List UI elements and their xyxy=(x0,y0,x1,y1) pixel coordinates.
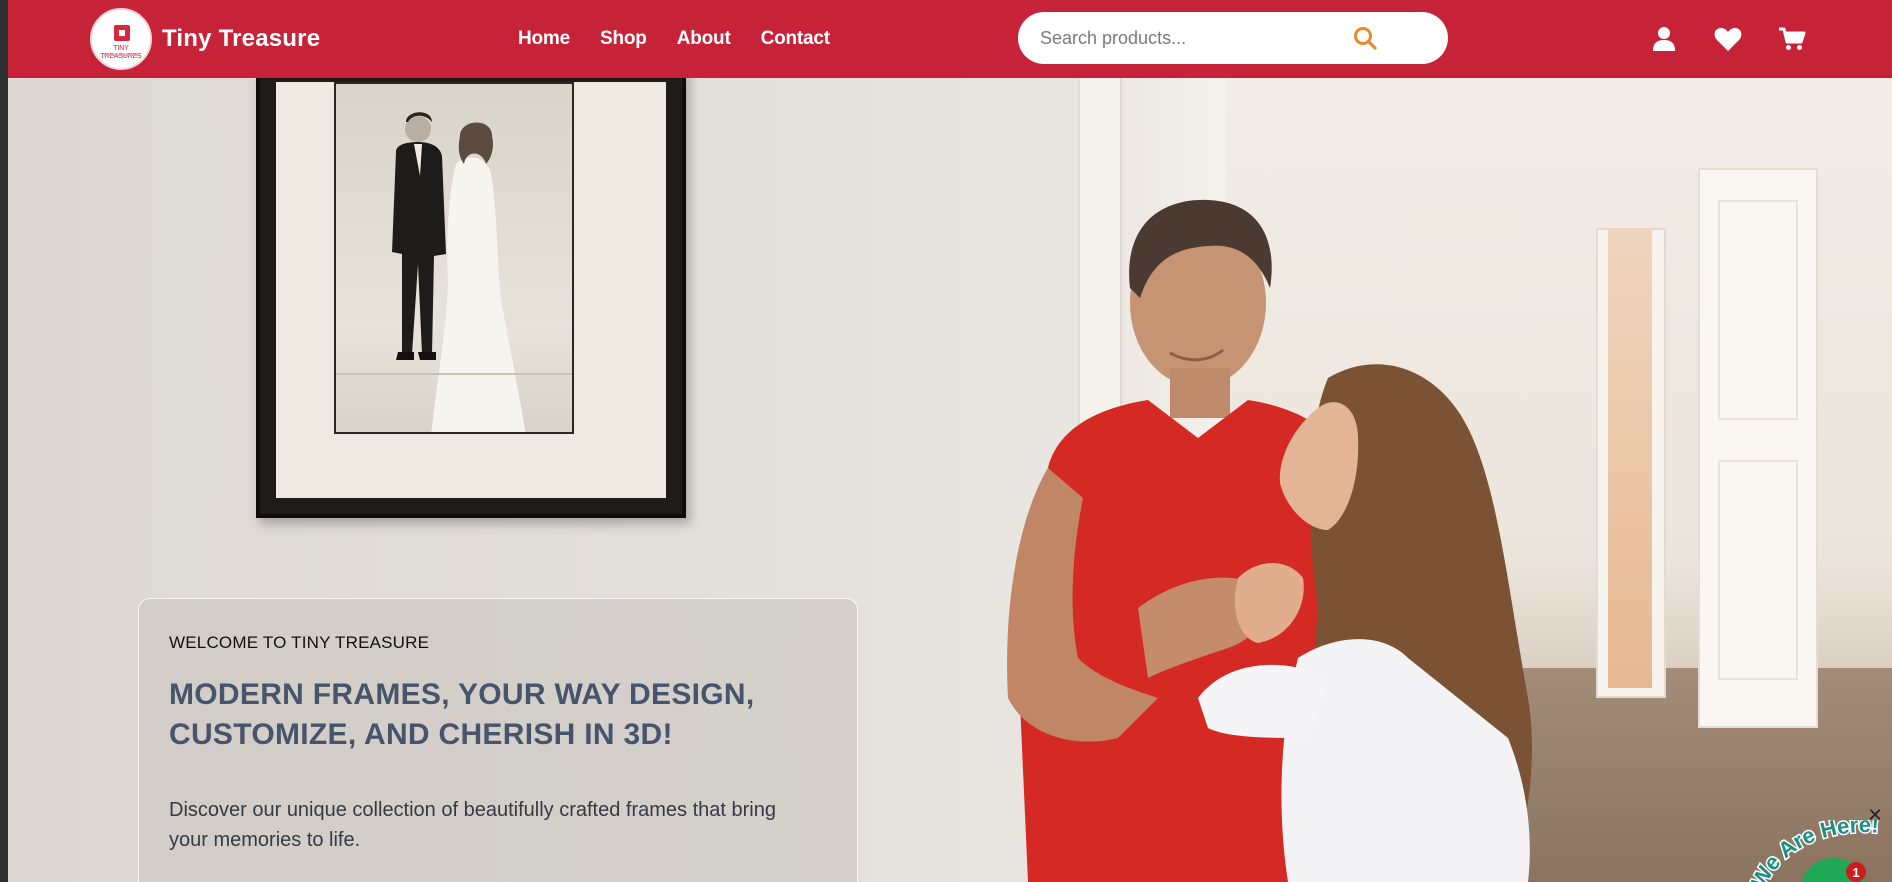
door-panel-bottom xyxy=(1718,460,1798,680)
chat-widget[interactable]: We Are Here! 1 xyxy=(1744,820,1892,882)
wall-picture-frame xyxy=(256,78,686,518)
cart-icon[interactable] xyxy=(1776,23,1808,55)
brand-name[interactable]: Tiny Treasure xyxy=(162,25,320,53)
frame-mat xyxy=(276,82,666,498)
nav-contact[interactable]: Contact xyxy=(761,28,831,50)
brand-logo[interactable]: TINY TREASURES xyxy=(90,8,152,70)
hero-card: WELCOME TO TINY TREASURE MODERN FRAMES, … xyxy=(138,598,858,882)
nav-home[interactable]: Home xyxy=(518,28,570,50)
search-icon[interactable] xyxy=(1352,25,1378,51)
hallway-door-panel xyxy=(1698,168,1818,728)
page: TINY TREASURES Tiny Treasure Home Shop A… xyxy=(8,0,1892,882)
search-bar xyxy=(1018,12,1448,64)
logo-text: TINY TREASURES xyxy=(100,45,142,60)
hero-title: MODERN FRAMES, YOUR WAY DESIGN, CUSTOMIZ… xyxy=(169,678,755,751)
main-nav: Home Shop About Contact xyxy=(518,0,860,78)
logo-underline xyxy=(104,54,138,56)
site-header: TINY TREASURES Tiny Treasure Home Shop A… xyxy=(8,0,1892,78)
user-icon[interactable] xyxy=(1648,23,1680,55)
nav-about[interactable]: About xyxy=(677,28,731,50)
wedding-photo xyxy=(334,82,574,434)
window-edge xyxy=(0,0,8,882)
search-input[interactable] xyxy=(1040,12,1380,64)
header-actions xyxy=(1648,20,1840,58)
nav-shop[interactable]: Shop xyxy=(600,28,647,50)
heart-icon[interactable] xyxy=(1712,23,1744,55)
hero-eyebrow: WELCOME TO TINY TREASURE xyxy=(169,633,430,652)
couple-photo xyxy=(1007,199,1532,882)
hero-section: WELCOME TO TINY TREASURE MODERN FRAMES, … xyxy=(8,78,1892,882)
brand[interactable]: TINY TREASURES Tiny Treasure xyxy=(90,8,320,70)
logo-mark-icon xyxy=(114,25,130,41)
chat-badge-count: 1 xyxy=(1852,865,1859,880)
hero-description: Discover our unique collection of beauti… xyxy=(169,799,776,851)
door-panel-top xyxy=(1718,200,1798,420)
